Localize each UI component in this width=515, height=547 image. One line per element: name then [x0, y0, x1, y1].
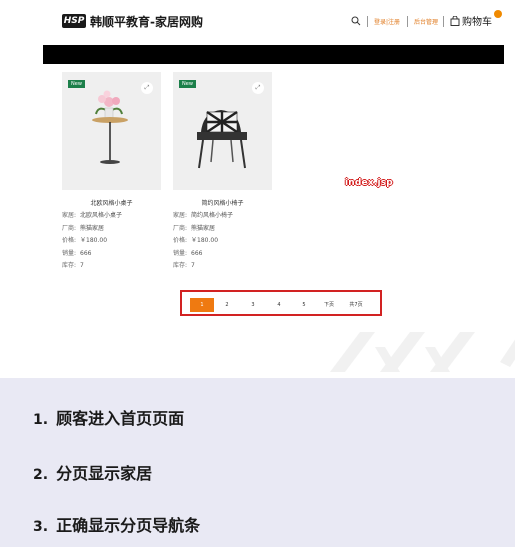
meta-stock: 7: [191, 262, 195, 269]
page-button-1[interactable]: 1: [190, 298, 214, 312]
file-annotation: index.jsp: [345, 178, 393, 188]
cart-count-badge: [494, 10, 502, 18]
meta-sales: 666: [80, 249, 92, 257]
meta-price: ￥180.00: [80, 237, 108, 244]
nav-divider: [407, 16, 408, 27]
step-number: 1.: [33, 412, 49, 428]
meta-name: 北欧风格小桌子: [80, 212, 123, 219]
table-picture: [92, 90, 128, 164]
cart-link[interactable]: 购物车: [450, 10, 502, 28]
product-card[interactable]: New ⤢ 简约风格小椅子 家居: 简约风格小椅子 厂商: 熊猫家居 价格: ￥180…: [173, 72, 272, 273]
product-meta: 家居: 简约风格小椅子 厂商: 熊猫家居 价格: ￥180.00 销量: 666 库存:…: [173, 212, 234, 269]
step-item: 1. 顾客进入首页页面: [33, 405, 184, 429]
product-image[interactable]: New ⤢: [62, 72, 161, 190]
product-meta: 家居: 北欧风格小桌子 厂商: 熊猫家居 价格: ￥180.00 销量: 666 库存:…: [62, 212, 123, 269]
site-title: 韩顺平教育-家居网购: [90, 15, 203, 29]
nav-divider: [367, 16, 368, 27]
watermark-shape: [330, 332, 515, 372]
site-logo[interactable]: HSP: [62, 14, 86, 28]
next-page-button[interactable]: 下页: [320, 298, 338, 312]
page-button-2[interactable]: 2: [218, 298, 236, 312]
page-button-5[interactable]: 5: [295, 298, 313, 312]
page-button-3[interactable]: 3: [244, 298, 262, 312]
nav-divider: [443, 16, 444, 27]
step-text: 分页显示家居: [56, 464, 153, 483]
login-register-link[interactable]: 登录|注册: [374, 17, 400, 26]
cart-label: 购物车: [462, 17, 492, 28]
bag-icon: [450, 15, 460, 26]
admin-link[interactable]: 后台管理: [414, 17, 438, 26]
meta-maker: 熊猫家居: [191, 224, 216, 232]
total-pages: 共7页: [349, 302, 363, 308]
search-icon[interactable]: [351, 16, 361, 26]
step-number: 3.: [33, 519, 49, 535]
chair-picture: [197, 110, 247, 169]
meta-price: ￥180.00: [191, 237, 219, 244]
product-card[interactable]: New ⤢ 北欧风格小桌子 家居: 北欧风格小桌子 厂商: 熊猫家居 价格: ￥180…: [62, 72, 161, 273]
step-item: 2. 分页显示家居: [33, 460, 152, 484]
product-image[interactable]: New ⤢: [173, 72, 272, 190]
step-item: 3. 正确显示分页导航条: [33, 512, 200, 536]
product-name[interactable]: 北欧风格小桌子: [62, 198, 161, 207]
page-button-4[interactable]: 4: [270, 298, 288, 312]
meta-maker: 熊猫家居: [80, 224, 105, 232]
product-name[interactable]: 简约风格小椅子: [173, 198, 272, 207]
step-text: 顾客进入首页页面: [56, 409, 185, 428]
steps-panel: 1. 顾客进入首页页面 2. 分页显示家居 3. 正确显示分页导航条: [0, 378, 515, 547]
meta-stock: 7: [80, 262, 84, 269]
step-text: 正确显示分页导航条: [56, 516, 201, 535]
banner-bar: [43, 45, 504, 64]
meta-name: 简约风格小椅子: [191, 212, 234, 219]
meta-sales: 666: [191, 249, 203, 257]
step-number: 2.: [33, 467, 49, 483]
